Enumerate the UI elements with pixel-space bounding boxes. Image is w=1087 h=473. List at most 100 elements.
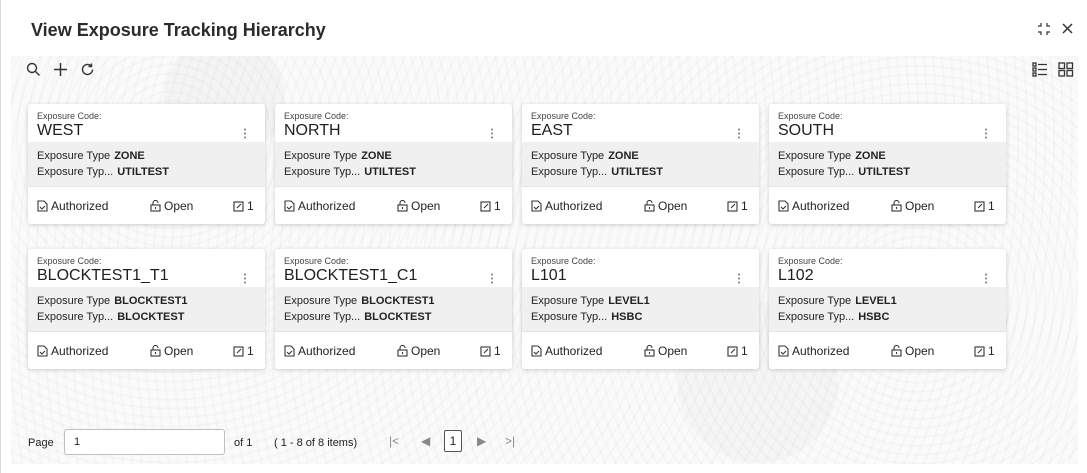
authorized-status-label: Authorized (792, 344, 850, 358)
exposure-card[interactable]: Exposure Code: L101 Exposure Type LEVEL1 … (522, 249, 759, 369)
window: View Exposure Tracking Hierarchy Exposur… (0, 0, 1087, 473)
edit-count-value: 1 (988, 199, 995, 213)
exposure-type-row: Exposure Type ZONE (778, 150, 886, 162)
next-page-icon[interactable]: ▶ (477, 434, 486, 448)
unlock-icon (644, 199, 655, 213)
lock-status: Open (150, 344, 193, 358)
refresh-icon[interactable] (80, 62, 95, 81)
exposure-card[interactable]: Exposure Code: BLOCKTEST1_T1 Exposure Ty… (28, 249, 265, 369)
exposure-type-desc-label: Exposure Typ... (284, 166, 361, 178)
page-input[interactable]: 1 (64, 429, 225, 455)
exposure-type-row: Exposure Type ZONE (37, 150, 145, 162)
last-page-icon[interactable]: >| (505, 434, 515, 448)
exposure-code-value: L102 (778, 267, 814, 284)
exposure-code-value: SOUTH (778, 122, 834, 139)
previous-page-icon[interactable]: ◀ (421, 434, 430, 448)
edit-count-value: 1 (247, 344, 254, 358)
header: View Exposure Tracking Hierarchy (1, 0, 1087, 56)
authorized-status-label: Authorized (51, 199, 109, 213)
page-count: of 1 (234, 437, 253, 449)
authorized-icon (37, 344, 48, 358)
card-footer: Authorized Open 1 (769, 186, 1006, 224)
exposure-type-desc-value: UTILTEST (611, 166, 663, 178)
card-header: Exposure Code: L102 (769, 249, 1006, 287)
exposure-type-desc-label: Exposure Typ... (37, 311, 114, 323)
exposure-type-row: Exposure Type ZONE (531, 150, 639, 162)
edit-count-value: 1 (494, 344, 501, 358)
lock-status-label: Open (164, 344, 194, 358)
exposure-type-value: LEVEL1 (855, 295, 897, 307)
first-page-icon[interactable]: |< (389, 434, 399, 448)
lock-status: Open (644, 344, 687, 358)
exposure-card[interactable]: Exposure Code: BLOCKTEST1_C1 Exposure Ty… (275, 249, 512, 369)
exposure-card[interactable]: Exposure Code: L102 Exposure Type LEVEL1 … (769, 249, 1006, 369)
exposure-card[interactable]: Exposure Code: NORTH Exposure Type ZONE E… (275, 104, 512, 224)
more-options-icon[interactable] (737, 273, 741, 284)
tile-view-icon[interactable] (1058, 62, 1074, 81)
exposure-code-label: Exposure Code: (531, 111, 596, 121)
edit-count-value: 1 (494, 199, 501, 213)
exposure-type-label: Exposure Type (37, 150, 111, 162)
card-details: Exposure Type BLOCKTEST1 Exposure Typ... B… (28, 287, 265, 331)
unlock-icon (150, 344, 161, 358)
exposure-type-label: Exposure Type (778, 150, 852, 162)
card-footer: Authorized Open 1 (522, 186, 759, 224)
exposure-card[interactable]: Exposure Code: SOUTH Exposure Type ZONE E… (769, 104, 1006, 224)
exposure-type-value: ZONE (114, 150, 145, 162)
exposure-code-value: WEST (37, 122, 84, 139)
edit-count: 1 (974, 199, 995, 213)
lock-status: Open (150, 199, 193, 213)
exposure-type-value: LEVEL1 (608, 295, 650, 307)
card-header: Exposure Code: BLOCKTEST1_C1 (275, 249, 512, 287)
list-view-icon[interactable] (1032, 62, 1048, 81)
card-header: Exposure Code: EAST (522, 104, 759, 142)
more-options-icon[interactable] (984, 128, 988, 139)
authorized-status: Authorized (531, 199, 602, 213)
close-icon[interactable] (1061, 22, 1074, 39)
edit-count: 1 (233, 199, 254, 213)
card-details: Exposure Type LEVEL1 Exposure Typ... HSBC (769, 287, 1006, 331)
unlock-icon (397, 199, 408, 213)
exposure-code-label: Exposure Code: (37, 111, 102, 121)
lock-status-label: Open (905, 344, 935, 358)
edit-icon (233, 199, 244, 213)
exposure-type-desc-row: Exposure Typ... UTILTEST (37, 166, 169, 178)
unlock-icon (891, 344, 902, 358)
card-details: Exposure Type ZONE Exposure Typ... UTILTES… (275, 142, 512, 186)
exposure-card[interactable]: Exposure Code: WEST Exposure Type ZONE Ex… (28, 104, 265, 224)
exposure-type-desc-value: BLOCKTEST (364, 311, 432, 323)
edit-icon (727, 199, 738, 213)
exposure-code-value: BLOCKTEST1_T1 (37, 267, 169, 284)
current-page-button[interactable]: 1 (444, 430, 462, 452)
lock-status-label: Open (411, 344, 441, 358)
edit-count: 1 (480, 199, 501, 213)
exposure-type-desc-label: Exposure Typ... (284, 311, 361, 323)
card-footer: Authorized Open 1 (275, 186, 512, 224)
exposure-type-desc-row: Exposure Typ... UTILTEST (284, 166, 416, 178)
more-options-icon[interactable] (737, 128, 741, 139)
exposure-type-label: Exposure Type (284, 295, 358, 307)
search-icon[interactable] (26, 62, 41, 81)
more-options-icon[interactable] (243, 273, 247, 284)
exposure-type-value: BLOCKTEST1 (114, 295, 188, 307)
more-options-icon[interactable] (243, 128, 247, 139)
add-icon[interactable] (53, 62, 68, 81)
exposure-type-value: BLOCKTEST1 (361, 295, 435, 307)
exposure-type-desc-row: Exposure Typ... HSBC (531, 311, 642, 323)
exposure-type-label: Exposure Type (531, 150, 605, 162)
more-options-icon[interactable] (984, 273, 988, 284)
authorized-status-label: Authorized (51, 344, 109, 358)
more-options-icon[interactable] (490, 128, 494, 139)
edit-icon (480, 344, 491, 358)
exposure-code-label: Exposure Code: (37, 256, 102, 266)
restore-icon[interactable] (1037, 22, 1051, 40)
edit-count: 1 (727, 344, 748, 358)
exposure-card[interactable]: Exposure Code: EAST Exposure Type ZONE Ex… (522, 104, 759, 224)
page-title: View Exposure Tracking Hierarchy (31, 20, 326, 40)
exposure-type-desc-row: Exposure Typ... HSBC (778, 311, 889, 323)
exposure-code-label: Exposure Code: (778, 256, 843, 266)
edit-count: 1 (233, 344, 254, 358)
more-options-icon[interactable] (490, 273, 494, 284)
lock-status: Open (891, 344, 934, 358)
edit-count: 1 (974, 344, 995, 358)
